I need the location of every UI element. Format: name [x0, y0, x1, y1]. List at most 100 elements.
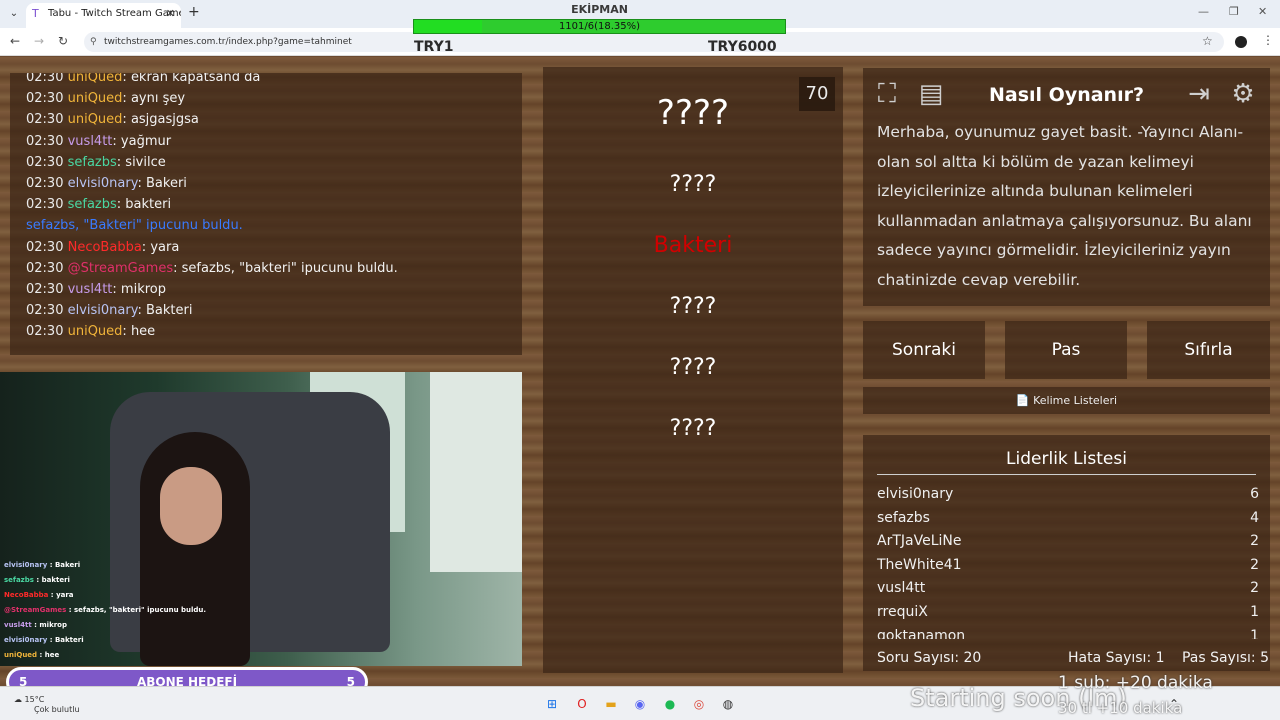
next-button[interactable]: Sonraki — [863, 321, 985, 379]
leaderboard-name: sefazbs — [877, 509, 930, 526]
webcam-chat-text: mikrop — [39, 621, 67, 629]
menu-icon[interactable]: ⋮ — [1262, 33, 1274, 47]
leaderboard-row: elvisi0nary 6 — [877, 483, 1259, 507]
start-icon[interactable]: ⊞ — [544, 696, 560, 712]
close-window-icon[interactable]: ✕ — [1258, 5, 1267, 18]
url-text: twitchstreamgames.com.tr/index.php?game=… — [104, 37, 352, 47]
chat-time: 02:30 — [26, 133, 64, 149]
file-explorer-icon[interactable]: ▬ — [603, 696, 619, 712]
word-lists-button[interactable]: 📄 Kelime Listeleri — [863, 387, 1270, 414]
leaderboard-row: TheWhite41 2 — [877, 554, 1259, 578]
webcam-chat-username: elvisi0nary — [4, 636, 48, 644]
hint-word: ???? — [669, 416, 717, 441]
tab-title: Tabu - Twitch Stream Games — [48, 8, 181, 19]
chat-username[interactable]: uniQued — [68, 91, 123, 106]
url-field[interactable]: ⚲ twitchstreamgames.com.tr/index.php?gam… — [84, 32, 1224, 52]
leaderboard-name: rrequiX — [877, 604, 928, 620]
spotify-icon[interactable]: ● — [662, 696, 678, 712]
new-tab-icon[interactable]: + — [188, 4, 200, 20]
webcam-window — [430, 372, 522, 572]
webcam-chat-text: sefazbs, "bakteri" ipucunu buldu. — [73, 606, 207, 614]
webcam-chat-message: elvisi0nary : Bakteri — [4, 636, 84, 644]
chat-username[interactable]: elvisi0nary — [68, 176, 138, 191]
opera-icon[interactable]: O — [574, 696, 590, 712]
how-to-play-title: Nasıl Oynanır? — [989, 84, 1144, 106]
weather-icon: ☁ — [14, 695, 25, 704]
chat-text: bakteri — [125, 197, 172, 213]
equipment-max-label: TRY6000 — [708, 39, 777, 55]
pass-button[interactable]: Pas — [1005, 321, 1127, 379]
chat-username[interactable]: vusl4tt — [68, 134, 113, 149]
bookmark-star-icon[interactable]: ☆ — [1202, 34, 1213, 48]
browser-tab[interactable]: T Tabu - Twitch Stream Games ✕ — [26, 3, 181, 28]
leaderboard-panel: Liderlik Listesi elvisi0nary 6 sefazbs 4 ArT… — [863, 435, 1270, 671]
word-lists-label: Kelime Listeleri — [1033, 394, 1118, 407]
leaderboard-name: TheWhite41 — [877, 556, 962, 573]
leaderboard-score: 4 — [1250, 509, 1259, 526]
webcam-chat-overlay: elvisi0nary : Bakeri sefazbs : bakteri Nec… — [4, 558, 206, 663]
webcam-chat-text: yara — [56, 591, 74, 599]
webcam-chat-text: Bakteri — [54, 636, 84, 644]
hint-word: ???? — [669, 294, 717, 319]
hint-word: ???? — [669, 355, 717, 380]
chat-username[interactable]: vusl4tt — [68, 282, 113, 297]
webcam-chat-username: NecoBabba — [4, 591, 49, 599]
webcam-chat-username: @StreamGames — [4, 606, 67, 614]
forward-icon[interactable]: → — [34, 34, 44, 48]
chat-username[interactable]: uniQued — [68, 112, 123, 127]
webcam-chat-message: sefazbs : bakteri — [4, 576, 70, 584]
site-info-icon[interactable]: ⚲ — [90, 32, 97, 52]
leaderboard-row: sefazbs 4 — [877, 507, 1259, 531]
chat-text: hee — [130, 324, 156, 340]
back-icon[interactable]: ← — [10, 34, 20, 48]
chat-username[interactable]: sefazbs — [68, 155, 117, 170]
weather-widget[interactable]: ☁ 15°C Çok bulutlu — [14, 695, 80, 715]
webcam-chat-text: hee — [44, 651, 60, 659]
chat-time: 02:30 — [26, 73, 64, 85]
leaderboard-score: 2 — [1250, 533, 1259, 550]
chat-time: 02:30 — [26, 91, 64, 107]
weather-temp: 15°C — [24, 695, 45, 704]
leaderboard-title: Liderlik Listesi — [1006, 449, 1127, 469]
chat-time: 02:30 — [26, 303, 64, 319]
chat-message: 02:30 vusl4tt: yağmur — [26, 133, 172, 149]
webcam-chat-username: uniQued — [4, 651, 38, 659]
equipment-min-label: TRY1 — [414, 39, 454, 55]
reset-button[interactable]: Sıfırla — [1147, 321, 1270, 379]
chat-username[interactable]: uniQued — [68, 324, 123, 339]
leaderboard-divider — [877, 474, 1256, 475]
chat-message: 02:30 elvisi0nary: Bakteri — [26, 303, 193, 319]
maximize-icon[interactable]: ❐ — [1229, 5, 1239, 18]
webcam-chat-text: bakteri — [41, 576, 70, 584]
chat-text: ekran kapatsand da — [130, 73, 261, 85]
chat-username[interactable]: elvisi0nary — [68, 303, 138, 318]
discord-icon[interactable]: ◉ — [632, 696, 648, 712]
chat-text: aynı şey — [130, 91, 186, 107]
leaderboard-name: elvisi0nary — [877, 486, 954, 502]
webcam-chat-message: elvisi0nary : Bakeri — [4, 561, 81, 569]
webcam-chat-username: sefazbs — [4, 576, 34, 584]
chat-username[interactable]: @StreamGames — [68, 261, 174, 276]
chat-time: 02:30 — [26, 324, 64, 340]
leaderboard-name: ArTJaVeLiNe — [877, 533, 962, 550]
webcam-chat-message: vusl4tt : mikrop — [4, 621, 67, 629]
leaderboard-score: 1 — [1250, 627, 1259, 639]
reload-icon[interactable]: ↻ — [58, 34, 68, 48]
twitch-favicon-icon: T — [32, 7, 39, 20]
chat-message: 02:30 sefazbs: bakteri — [26, 197, 172, 213]
leaderboard-score: 2 — [1250, 580, 1259, 597]
tab-list-icon[interactable]: ⌄ — [6, 6, 22, 22]
profile-avatar[interactable] — [1235, 36, 1247, 48]
chat-username[interactable]: NecoBabba — [68, 240, 142, 255]
chat-text: sefazbs, "bakteri" ipucunu buldu. — [181, 260, 398, 276]
obs-icon[interactable]: ◍ — [720, 696, 736, 712]
close-tab-icon[interactable]: ✕ — [166, 3, 175, 25]
equipment-progress-text: 1101/6(18.35%) — [558, 21, 641, 32]
sub-bonus-text: 1 sub: +20 dakika — [1058, 673, 1213, 693]
chat-username[interactable]: sefazbs — [68, 197, 117, 212]
chat-message: 02:30 elvisi0nary: Bakeri — [26, 175, 187, 191]
chat-message: 02:30 @StreamGames: sefazbs, "bakteri" i… — [26, 260, 398, 276]
chrome-icon[interactable]: ◎ — [691, 696, 707, 712]
minimize-icon[interactable]: — — [1198, 5, 1209, 18]
chat-username[interactable]: uniQued — [68, 73, 123, 85]
